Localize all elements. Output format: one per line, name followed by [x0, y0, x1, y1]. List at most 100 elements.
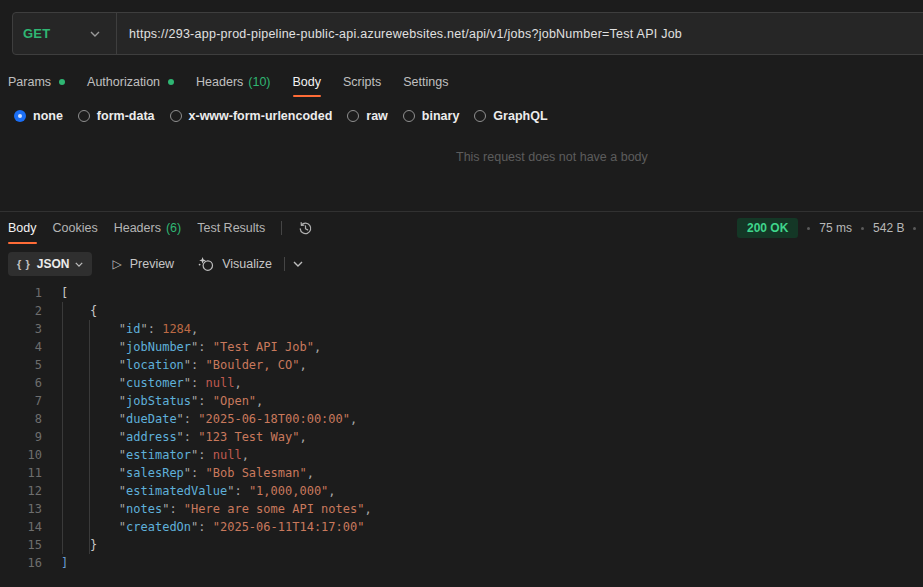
line-number: 7	[0, 392, 42, 410]
format-selector[interactable]: { } JSON	[8, 252, 92, 276]
response-tab-cookies[interactable]: Cookies	[53, 213, 98, 243]
body-type-binary[interactable]: binary	[403, 109, 460, 123]
line-number: 2	[0, 302, 42, 320]
status-badge: 200 OK	[737, 218, 798, 238]
tab-headers[interactable]: Headers (10)	[196, 66, 270, 97]
response-body-json[interactable]: 1[2 {3 "id": 1284,4 "jobNumber": "Test A…	[0, 284, 923, 572]
body-type-label: x-www-form-urlencoded	[189, 109, 333, 123]
response-tab-test-results[interactable]: Test Results	[197, 213, 265, 243]
response-tabs: Body Cookies Headers (6) Test Results	[8, 213, 313, 243]
line-number: 10	[0, 446, 42, 464]
code-line: 9 "address": "123 Test Way",	[0, 428, 923, 446]
method-selector[interactable]: GET	[13, 13, 116, 54]
radio-icon	[403, 110, 415, 122]
format-label: JSON	[37, 257, 70, 271]
separator-dot	[913, 227, 916, 230]
line-number: 13	[0, 500, 42, 518]
braces-icon: { }	[17, 258, 31, 270]
body-type-label: form-data	[97, 109, 155, 123]
code-line: 6 "customer": null,	[0, 374, 923, 392]
code-line: 11 "salesRep": "Bob Salesman",	[0, 464, 923, 482]
method-label: GET	[23, 26, 50, 41]
code-line: 2 {	[0, 302, 923, 320]
code-line: 7 "jobStatus": "Open",	[0, 392, 923, 410]
separator-dot	[861, 227, 864, 230]
body-type-label: raw	[366, 109, 388, 123]
tab-label: Body	[293, 75, 322, 89]
line-number: 6	[0, 374, 42, 392]
code-line: 1[	[0, 284, 923, 302]
radio-icon	[474, 110, 486, 122]
separator-dot	[807, 227, 810, 230]
request-tabs: Params Authorization Headers (10) Body Script…	[8, 66, 448, 97]
divider	[281, 221, 282, 235]
preview-button[interactable]: ▷ Preview	[112, 257, 174, 271]
radio-icon	[78, 110, 90, 122]
body-type-label: binary	[422, 109, 460, 123]
response-tab-headers[interactable]: Headers (6)	[114, 213, 182, 243]
history-icon[interactable]	[298, 221, 313, 236]
tab-label: Authorization	[87, 75, 160, 89]
code-line: 10 "estimator": null,	[0, 446, 923, 464]
sparkle-icon	[198, 256, 214, 272]
body-type-raw[interactable]: raw	[347, 109, 388, 123]
tab-count: (10)	[248, 75, 270, 89]
radio-icon	[14, 110, 26, 122]
play-icon: ▷	[112, 257, 121, 271]
response-time: 75 ms	[819, 221, 852, 235]
line-number: 4	[0, 338, 42, 356]
url-input[interactable]: https://293-app-prod-pipeline-public-api…	[117, 27, 682, 41]
code-line: 3 "id": 1284,	[0, 320, 923, 338]
radio-icon	[170, 110, 182, 122]
tab-label: Headers	[196, 75, 243, 89]
radio-icon	[347, 110, 359, 122]
code-line: 14 "createdOn": "2025-06-11T14:17:00"	[0, 518, 923, 536]
body-type-graphql[interactable]: GraphQL	[474, 109, 547, 123]
body-type-x-www-form-urlencoded[interactable]: x-www-form-urlencoded	[170, 109, 333, 123]
preview-label: Preview	[130, 257, 174, 271]
line-number: 8	[0, 410, 42, 428]
code-line: 4 "jobNumber": "Test API Job",	[0, 338, 923, 356]
response-meta: 200 OK 75 ms 542 B	[737, 213, 916, 243]
code-line: 12 "estimatedValue": "1,000,000",	[0, 482, 923, 500]
line-number: 16	[0, 554, 42, 572]
code-line: 13 "notes": "Here are some API notes",	[0, 500, 923, 518]
tab-scripts[interactable]: Scripts	[343, 66, 381, 97]
body-type-form-data[interactable]: form-data	[78, 109, 155, 123]
visualize-button[interactable]: Visualize	[198, 256, 272, 272]
tab-params[interactable]: Params	[8, 66, 65, 97]
tab-label: Test Results	[197, 221, 265, 235]
green-dot-icon	[59, 79, 65, 85]
tab-body[interactable]: Body	[293, 66, 322, 97]
green-dot-icon	[168, 79, 174, 85]
tab-label: Cookies	[53, 221, 98, 235]
code-line: 8 "dueDate": "2025-06-18T00:00:00",	[0, 410, 923, 428]
line-number: 1	[0, 284, 42, 302]
tab-label: Settings	[403, 75, 448, 89]
body-type-options: none form-data x-www-form-urlencoded raw bin…	[14, 108, 548, 124]
response-viewer-toolbar: { } JSON ▷ Preview Visualize	[8, 251, 303, 277]
line-number: 5	[0, 356, 42, 374]
line-number: 11	[0, 464, 42, 482]
tab-label: Params	[8, 75, 51, 89]
tab-label: Body	[8, 221, 37, 235]
chevron-down-icon	[90, 31, 100, 37]
tab-authorization[interactable]: Authorization	[87, 66, 174, 97]
code-line: 5 "location": "Boulder, CO",	[0, 356, 923, 374]
line-number: 3	[0, 320, 42, 338]
tab-settings[interactable]: Settings	[403, 66, 448, 97]
chevron-down-icon	[75, 262, 83, 267]
tab-label: Headers	[114, 221, 161, 235]
visualize-label: Visualize	[222, 257, 272, 271]
pane-divider	[0, 211, 923, 212]
line-number: 12	[0, 482, 42, 500]
line-number: 14	[0, 518, 42, 536]
chevron-down-icon[interactable]	[293, 261, 303, 267]
body-type-none[interactable]: none	[14, 109, 63, 123]
divider	[284, 257, 285, 271]
line-number: 9	[0, 428, 42, 446]
tab-count: (6)	[166, 221, 181, 235]
tab-label: Scripts	[343, 75, 381, 89]
response-tab-body[interactable]: Body	[8, 213, 37, 243]
response-size: 542 B	[873, 221, 904, 235]
